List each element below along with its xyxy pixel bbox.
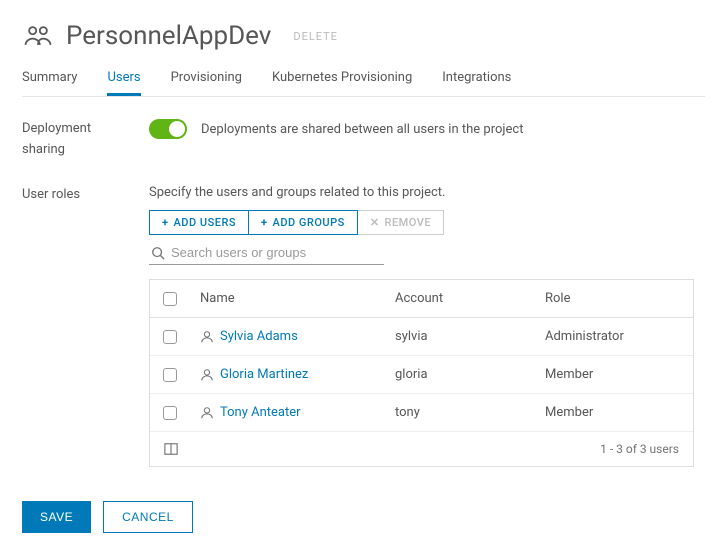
select-all-checkbox[interactable] — [163, 292, 177, 306]
user-icon — [200, 368, 214, 382]
page-title: PersonnelAppDev — [66, 21, 271, 51]
row-checkbox[interactable] — [163, 406, 177, 420]
pagination-label: 1 - 3 of 3 users — [600, 442, 679, 456]
user-icon — [200, 330, 214, 344]
user-icon — [200, 406, 214, 420]
tab-provisioning[interactable]: Provisioning — [171, 62, 242, 96]
project-header: PersonnelAppDev DELETE — [22, 20, 705, 52]
col-header-name[interactable]: Name — [190, 280, 385, 317]
tab-summary[interactable]: Summary — [22, 62, 77, 96]
table-header: Name Account Role — [150, 280, 693, 318]
col-header-account[interactable]: Account — [385, 280, 535, 317]
row-checkbox[interactable] — [163, 368, 177, 382]
plus-icon: + — [162, 216, 169, 229]
column-toggle-icon[interactable] — [164, 442, 178, 456]
col-header-role[interactable]: Role — [535, 280, 693, 317]
add-users-button[interactable]: + ADD USERS — [149, 210, 249, 235]
deployment-sharing-text: Deployments are shared between all users… — [201, 122, 523, 137]
user-name-link[interactable]: Tony Anteater — [220, 405, 301, 420]
search-input[interactable] — [171, 245, 384, 260]
footer-actions: SAVE CANCEL — [22, 501, 705, 533]
user-role: Member — [535, 356, 693, 393]
tab-users[interactable]: Users — [107, 62, 140, 96]
row-checkbox[interactable] — [163, 330, 177, 344]
delete-button[interactable]: DELETE — [293, 30, 338, 43]
save-button[interactable]: SAVE — [22, 501, 91, 533]
user-roles-description: Specify the users and groups related to … — [149, 185, 705, 200]
x-icon: ✕ — [370, 216, 380, 229]
user-role: Administrator — [535, 318, 693, 355]
user-role: Member — [535, 394, 693, 431]
remove-button: ✕ REMOVE — [358, 210, 444, 235]
user-account: tony — [385, 394, 535, 431]
user-name-link[interactable]: Sylvia Adams — [220, 329, 298, 344]
search-row — [149, 241, 384, 265]
user-account: gloria — [385, 356, 535, 393]
search-icon — [151, 246, 165, 260]
deployment-sharing-section: Deployment sharing Deployments are share… — [22, 119, 705, 157]
user-account: sylvia — [385, 318, 535, 355]
table-row: Tony Anteater tony Member — [150, 394, 693, 432]
table-row: Sylvia Adams sylvia Administrator — [150, 318, 693, 356]
tab-integrations[interactable]: Integrations — [442, 62, 511, 96]
user-name-link[interactable]: Gloria Martinez — [220, 367, 308, 382]
plus-icon: + — [261, 216, 268, 229]
add-groups-button[interactable]: + ADD GROUPS — [249, 210, 358, 235]
table-row: Gloria Martinez gloria Member — [150, 356, 693, 394]
tab-kubernetes-provisioning[interactable]: Kubernetes Provisioning — [272, 62, 412, 96]
users-icon — [22, 20, 54, 52]
table-footer: 1 - 3 of 3 users — [150, 432, 693, 466]
user-roles-button-group: + ADD USERS + ADD GROUPS ✕ REMOVE — [149, 210, 705, 235]
user-roles-label: User roles — [22, 185, 149, 467]
deployment-sharing-toggle[interactable] — [149, 119, 187, 139]
deployment-sharing-label: Deployment sharing — [22, 119, 149, 157]
tab-bar: Summary Users Provisioning Kubernetes Pr… — [22, 62, 705, 97]
user-roles-section: User roles Specify the users and groups … — [22, 185, 705, 467]
cancel-button[interactable]: CANCEL — [103, 501, 193, 533]
users-table: Name Account Role Sylvia Adams sylvia Ad… — [149, 279, 694, 467]
